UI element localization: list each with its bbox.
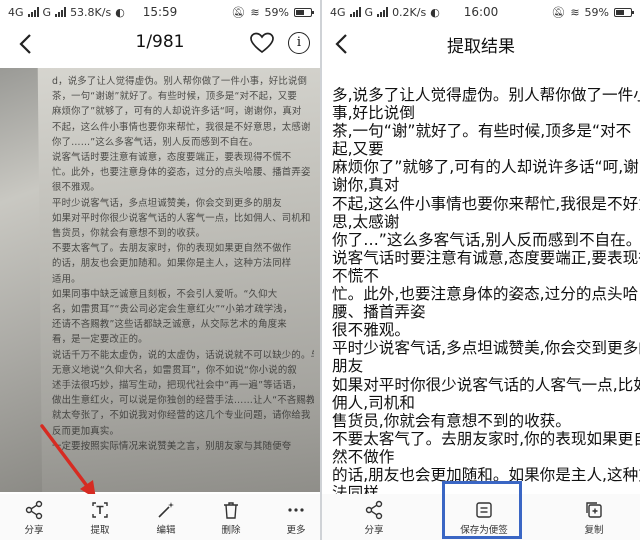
photo-text-line: 说话千万不能太虚伪，说的太虚伪，话说说就不可以缺少的。与其 xyxy=(52,349,314,361)
result-text-line: 麻烦你了”就够了,可有的人却说许多话“呵,谢 xyxy=(332,158,639,177)
photo-text-line: 不要太客气了。去朋友家时，你的表现如果更自然不做作 xyxy=(52,243,292,255)
edit-label: 编辑 xyxy=(156,525,176,536)
photo-text-line: d，说多了让人觉得虚伪。别人帮你做了一件小事，好比说倒 xyxy=(52,76,308,87)
carrier-label: G xyxy=(364,5,374,19)
photo-text-line: 说客气话时要注意有诚意，态度要端正，要表现得不慌不 xyxy=(52,152,292,164)
result-text-line: 然不做作 xyxy=(332,447,395,466)
result-text-line: 不起,这么件小事情也要你来帮忙,我很是不好意 xyxy=(332,194,640,213)
copy-button[interactable]: 复制 xyxy=(570,500,618,536)
photo-text-line: 很不雅观。 xyxy=(52,182,100,194)
photo-text-line: 看，是一定要改正的。 xyxy=(52,334,148,346)
carrier-label: G xyxy=(42,5,52,19)
photo-text-line: 的话，朋友也会更加随和。如果你是主人，这种方法同样 xyxy=(52,258,292,270)
photo-text-line: 忙。此外，也要注意身体的姿态，过分的点头哈腰、播首弄姿 xyxy=(52,167,311,179)
mute-icon: 🔕︎ xyxy=(231,5,246,19)
favorite-heart-icon[interactable] xyxy=(250,32,274,54)
result-header: 提取结果 xyxy=(322,24,640,64)
network-type: 4G xyxy=(8,5,24,19)
extract-label: 提取 xyxy=(90,525,110,536)
more-icon xyxy=(288,508,304,512)
share-icon xyxy=(25,500,43,520)
wifi-icon: ≋ xyxy=(570,5,580,19)
result-text-line: 你了…”这么多客气话,别人反而感到不自在。 xyxy=(332,230,640,249)
status-bar: 4G G 0.2K/s ◐ 16:00 🔕︎ ≋ 59% xyxy=(322,0,640,24)
signal-icon-2 xyxy=(55,7,67,17)
photo-text-line: 平时少说客气话，多点坦诚赞美，你会交到更多的朋友 xyxy=(52,197,282,209)
more-button[interactable]: 更多 xyxy=(272,500,320,536)
delete-button[interactable]: 删除 xyxy=(207,500,255,536)
photo-text-line: 如果同事中缺乏诚意且刻板，不会引人爱听。“久仰大 xyxy=(52,288,278,300)
image-viewer-screen: 4G G 53.8K/s ◐ 15:59 🔕︎ ≋ 59% 1/981 i d，… xyxy=(0,0,320,540)
battery-icon xyxy=(614,7,634,17)
photo-text-line: 适用。 xyxy=(52,273,81,285)
result-text-line: 很不雅观。 xyxy=(332,321,410,340)
result-text-line: 忙。此外,也要注意身体的姿态,过分的点头哈 xyxy=(332,285,639,304)
photo-text-line: 如果对平时你很少说客气话的人客气一点，比如佣人、司机和 xyxy=(52,212,311,224)
blue-highlight-box xyxy=(442,481,522,539)
extracted-text[interactable]: 多,说多了让人觉得虚伪。别人帮你做了一件小 事,好比说倒 茶,一句“谢”就好了。有些… xyxy=(332,86,640,502)
trash-icon xyxy=(224,502,238,519)
result-text-line: 平时少说客气话,多点坦诚赞美,你会交到更多的 xyxy=(332,339,640,358)
signal-icon-2 xyxy=(377,7,389,17)
photo-text-line: 你了……”这么多客气话，别人反而感到不自在。 xyxy=(52,136,259,148)
battery-icon xyxy=(294,7,314,17)
photo-text-line: 售货员，你就会有意想不到的收获。 xyxy=(52,228,206,240)
result-text-line: 谢你,真对 xyxy=(332,176,400,195)
clock: 15:59 xyxy=(142,5,178,19)
photo-text-line: 名，如雷贯耳”“贵公司必定会生意红火”“小弟才疏学浅， xyxy=(52,304,293,316)
result-text-line: 朋友 xyxy=(332,357,364,376)
status-bar: 4G G 53.8K/s ◐ 15:59 🔕︎ ≋ 59% xyxy=(0,0,320,24)
result-text-line: 事,好比说倒 xyxy=(332,104,415,123)
edit-button[interactable]: 编辑 xyxy=(142,500,190,536)
delete-label: 删除 xyxy=(221,525,241,536)
result-text-line: 多,说多了让人觉得虚伪。别人帮你做了一件小 xyxy=(332,86,640,104)
result-text-line: 茶,一句“谢”就好了。有些时候,顶多是“对不 xyxy=(332,122,632,141)
share-icon xyxy=(365,500,383,520)
photo-text-line: 不起，这么件小事情也要你来帮忙，我很是不好意思，太感谢 xyxy=(52,121,311,133)
page-title: 提取结果 xyxy=(447,37,515,57)
info-icon[interactable]: i xyxy=(288,32,310,54)
photo-text-line: 做出生意红火，可以说是你独创的经营手法……让人“不吝赐教” xyxy=(52,395,314,407)
result-text-line: 不慌不 xyxy=(332,266,379,285)
result-text-line: 说客气话时要注意有诚意,态度要端正,要表现得 xyxy=(332,248,640,267)
copy-label: 复制 xyxy=(584,525,604,536)
more-label: 更多 xyxy=(286,525,306,536)
signal-icon xyxy=(349,7,361,17)
result-text-line: 思,太感谢 xyxy=(332,212,400,231)
battery-percent: 59% xyxy=(264,5,289,19)
network-speed: 53.8K/s xyxy=(70,5,112,19)
photo-text-lines: d，说多了让人觉得虚伪。别人帮你做了一件小事，好比说倒 茶，一句“谢谢”就好了。有… xyxy=(52,74,314,454)
result-text-line: 如果对平时你很少说客气话的人客气一点,比如 xyxy=(332,375,640,394)
photo-text-line: 还请不吝赐教”这些话都缺乏诚意，从交际艺术的角度来 xyxy=(52,319,287,331)
viewer-toolbar: 分享 提取 编辑 删除 更多 xyxy=(0,494,320,540)
photo-text-line: 无意义地说“久仰大名，如雷贯耳”，你不如说“你小说的叙 xyxy=(52,364,297,376)
viewer-header: 1/981 i xyxy=(0,24,320,64)
share-label: 分享 xyxy=(24,525,44,536)
result-text-line: 佣人,司机和 xyxy=(332,393,415,412)
photo-text-line: 麻烦你了”就够了，可有的人却说许多话“呵，谢谢你，真对 xyxy=(52,106,302,118)
network-speed: 0.2K/s xyxy=(392,5,427,19)
battery-percent: 59% xyxy=(584,5,609,19)
share-button[interactable]: 分享 xyxy=(350,500,398,536)
extract-text-icon xyxy=(92,502,108,518)
extract-result-screen: 4G G 0.2K/s ◐ 16:00 🔕︎ ≋ 59% 提取结果 多,说多了让… xyxy=(322,0,640,540)
mute-icon: 🔕︎ xyxy=(551,5,566,19)
result-text-line: 不要太客气了。去朋友家时,你的表现如果更自 xyxy=(332,429,640,448)
extract-button[interactable]: 提取 xyxy=(76,500,124,536)
copy-icon xyxy=(586,502,602,518)
magic-wand-icon xyxy=(158,502,174,518)
photo-text-line: 述手法很巧妙，描写生动，把现代社会中“再一遍”等话语， xyxy=(52,380,302,392)
result-text-line: 售货员,你就会有意想不到的收获。 xyxy=(332,411,571,430)
result-text-line: 起,又要 xyxy=(332,140,384,159)
sync-icon: ◐ xyxy=(115,5,125,19)
clock: 16:00 xyxy=(463,5,499,19)
wifi-icon: ≋ xyxy=(250,5,260,19)
result-text-line: 腰、播首弄姿 xyxy=(332,303,426,322)
share-label: 分享 xyxy=(364,525,384,536)
signal-icon xyxy=(27,7,39,17)
sync-icon: ◐ xyxy=(430,5,440,19)
photo-text-line: 茶，一句“谢谢”就好了。有些时候，顶多是“对不起，又要 xyxy=(52,91,297,103)
network-type: 4G xyxy=(330,5,346,19)
share-button[interactable]: 分享 xyxy=(10,500,58,536)
